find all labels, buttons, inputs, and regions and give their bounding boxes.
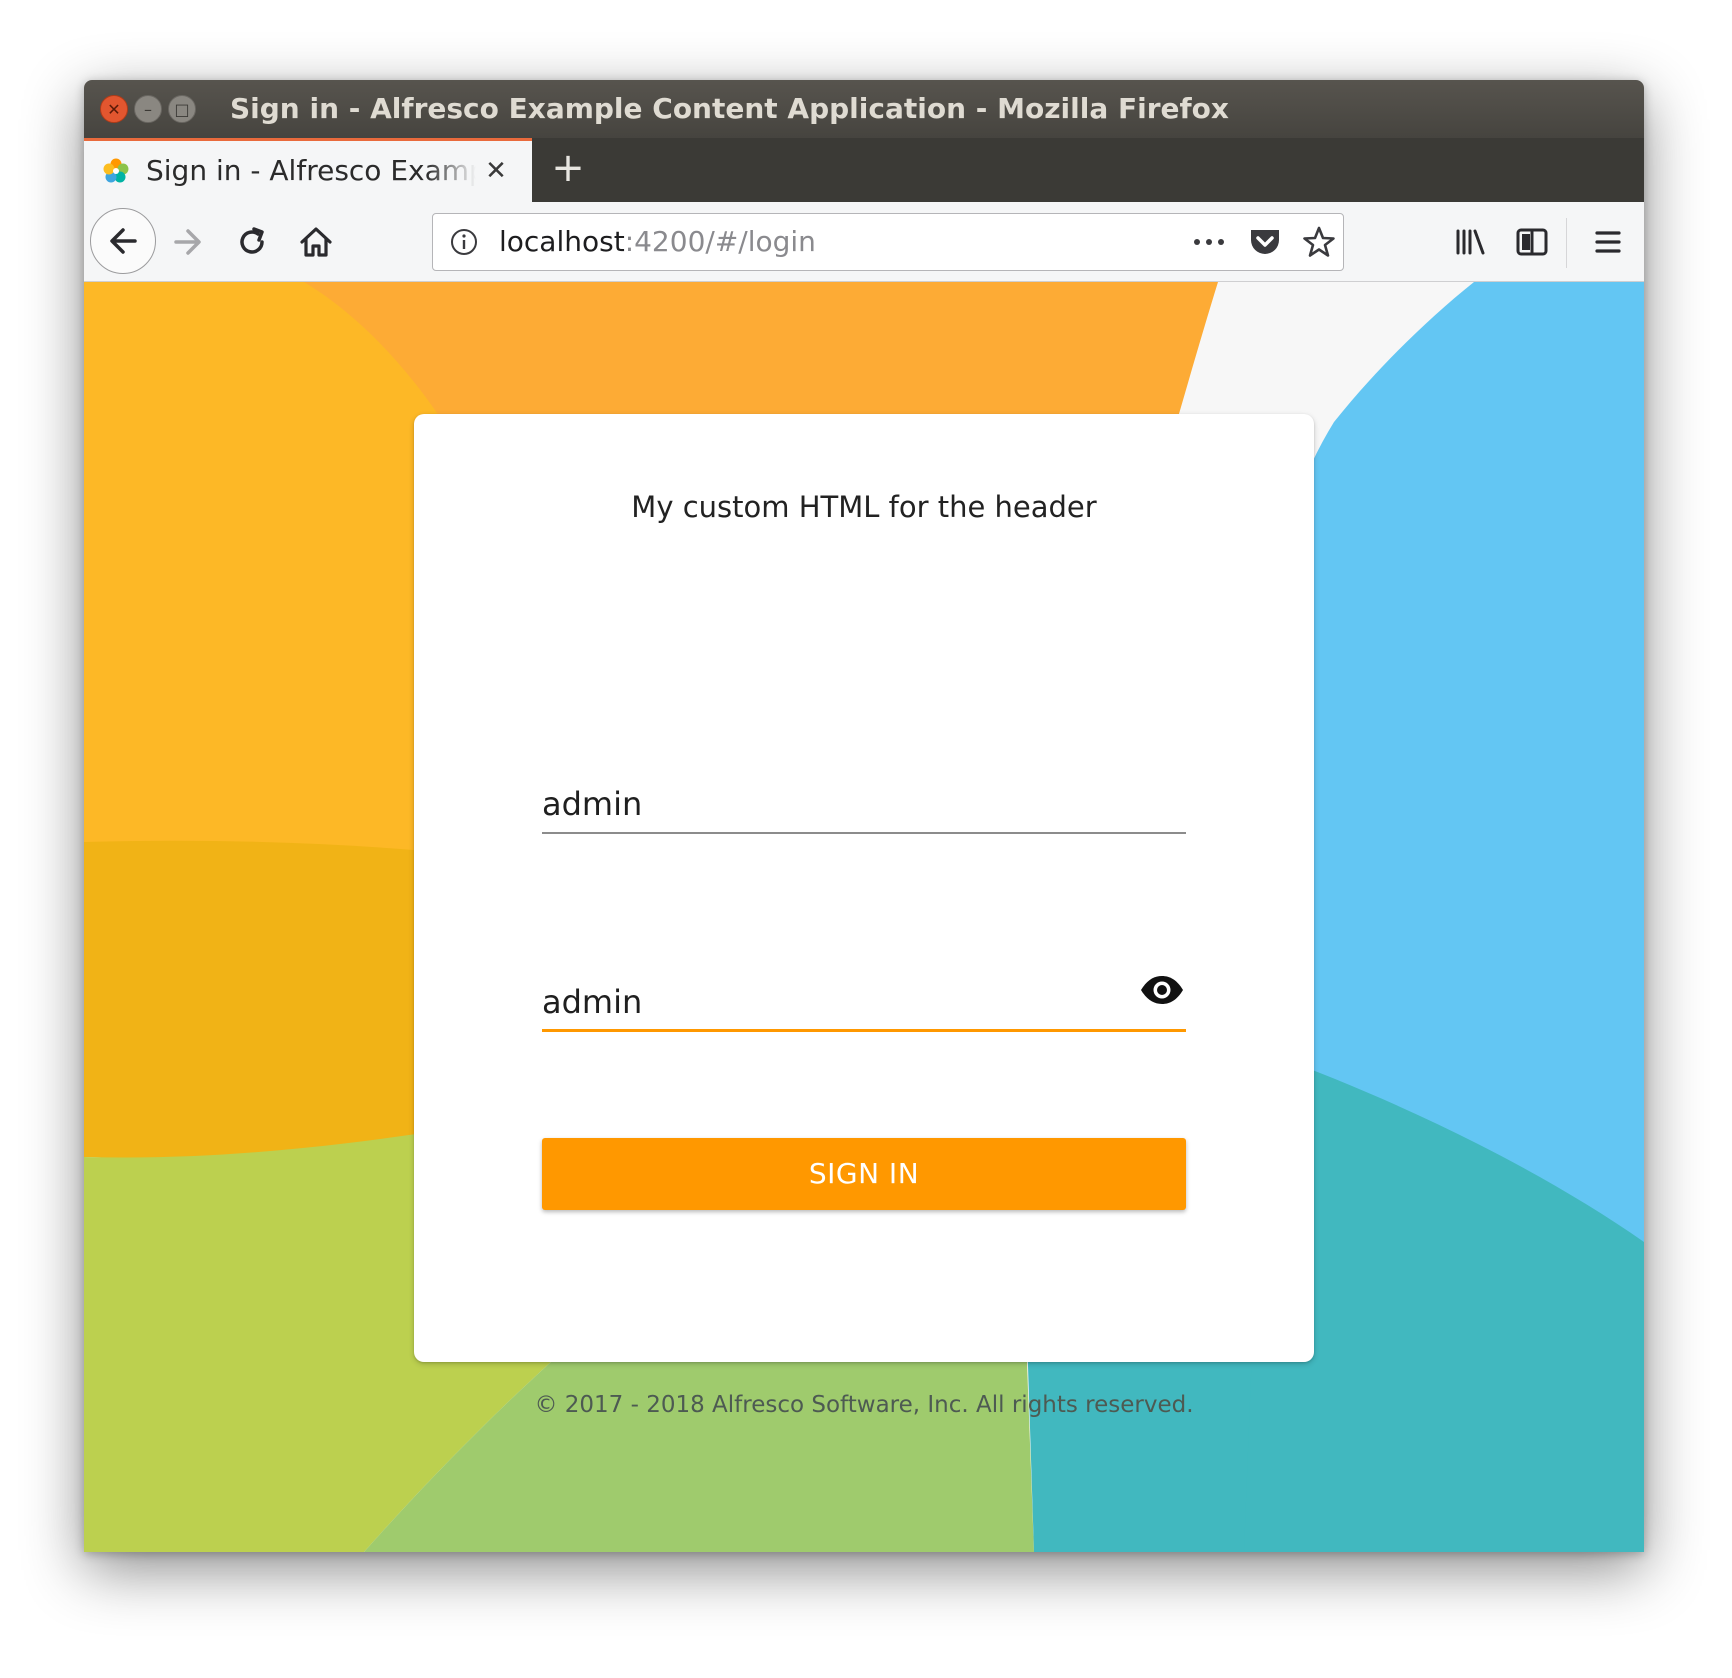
back-button[interactable] [90,208,156,274]
plus-icon: + [551,145,585,191]
tab-close-button[interactable]: ✕ [480,155,512,187]
alfresco-favicon-icon [103,158,129,183]
url-host: localhost [499,225,625,258]
forward-arrow-icon [174,229,201,255]
menu-button[interactable] [1586,220,1630,264]
pocket-button[interactable] [1245,224,1285,260]
url-path: :4200/#/login [624,225,816,258]
copyright-text: © 2017 - 2018 Alfresco Software, Inc. Al… [534,1392,1194,1418]
tab-sign-in[interactable]: Sign in - Alfresco Example Content Appli… [84,138,532,202]
password-visibility-toggle[interactable] [1138,966,1186,1014]
sidebar-button[interactable] [1510,220,1554,264]
home-icon [300,227,332,257]
window-maximize-button[interactable]: □ [168,95,196,123]
back-arrow-icon [110,228,137,254]
bookmark-star-icon [1303,226,1335,257]
window-close-button[interactable]: ✕ [100,95,128,123]
info-icon[interactable] [449,227,479,257]
page-content: My custom HTML for the header admin admi… [84,282,1644,1552]
password-input[interactable]: admin [542,978,642,1026]
navigation-toolbar: localhost:4200/#/login [84,202,1644,282]
login-card: My custom HTML for the header admin admi… [414,414,1314,1362]
eye-icon [1141,976,1183,1004]
sidebar-icon [1516,228,1548,256]
url-bar[interactable]: localhost:4200/#/login [432,213,1344,271]
page-actions-button[interactable] [1189,224,1229,260]
window-titlebar: ✕ – □ Sign in - Alfresco Example Content… [84,80,1644,138]
new-tab-button[interactable]: + [546,145,590,191]
login-header: My custom HTML for the header [631,490,1097,524]
tab-title: Sign in - Alfresco Example Content Appli… [146,154,476,187]
home-button[interactable] [294,220,338,264]
bookmark-button[interactable] [1299,224,1339,260]
sign-in-button[interactable]: SIGN IN [542,1138,1186,1210]
library-icon [1456,229,1485,255]
toolbar-separator [1566,218,1567,268]
pocket-icon [1251,230,1279,254]
forward-button[interactable] [166,220,210,264]
username-field[interactable]: admin [542,774,1186,834]
maximize-icon: □ [174,99,190,119]
reload-button[interactable] [230,220,274,264]
tab-strip: Sign in - Alfresco Example Content Appli… [84,138,1644,202]
more-icon [1194,239,1224,245]
browser-window: ✕ – □ Sign in - Alfresco Example Content… [84,80,1644,1552]
password-field[interactable]: admin [542,972,1186,1032]
window-minimize-button[interactable]: – [134,95,162,123]
close-icon: ✕ [107,99,121,119]
window-title: Sign in - Alfresco Example Content Appli… [230,92,1229,125]
reload-icon [240,227,264,254]
library-button[interactable] [1448,220,1492,264]
close-icon: ✕ [485,156,507,186]
url-text[interactable]: localhost:4200/#/login [499,214,816,270]
minimize-icon: – [144,99,152,119]
username-input[interactable]: admin [542,780,642,828]
hamburger-menu-icon [1595,231,1621,253]
